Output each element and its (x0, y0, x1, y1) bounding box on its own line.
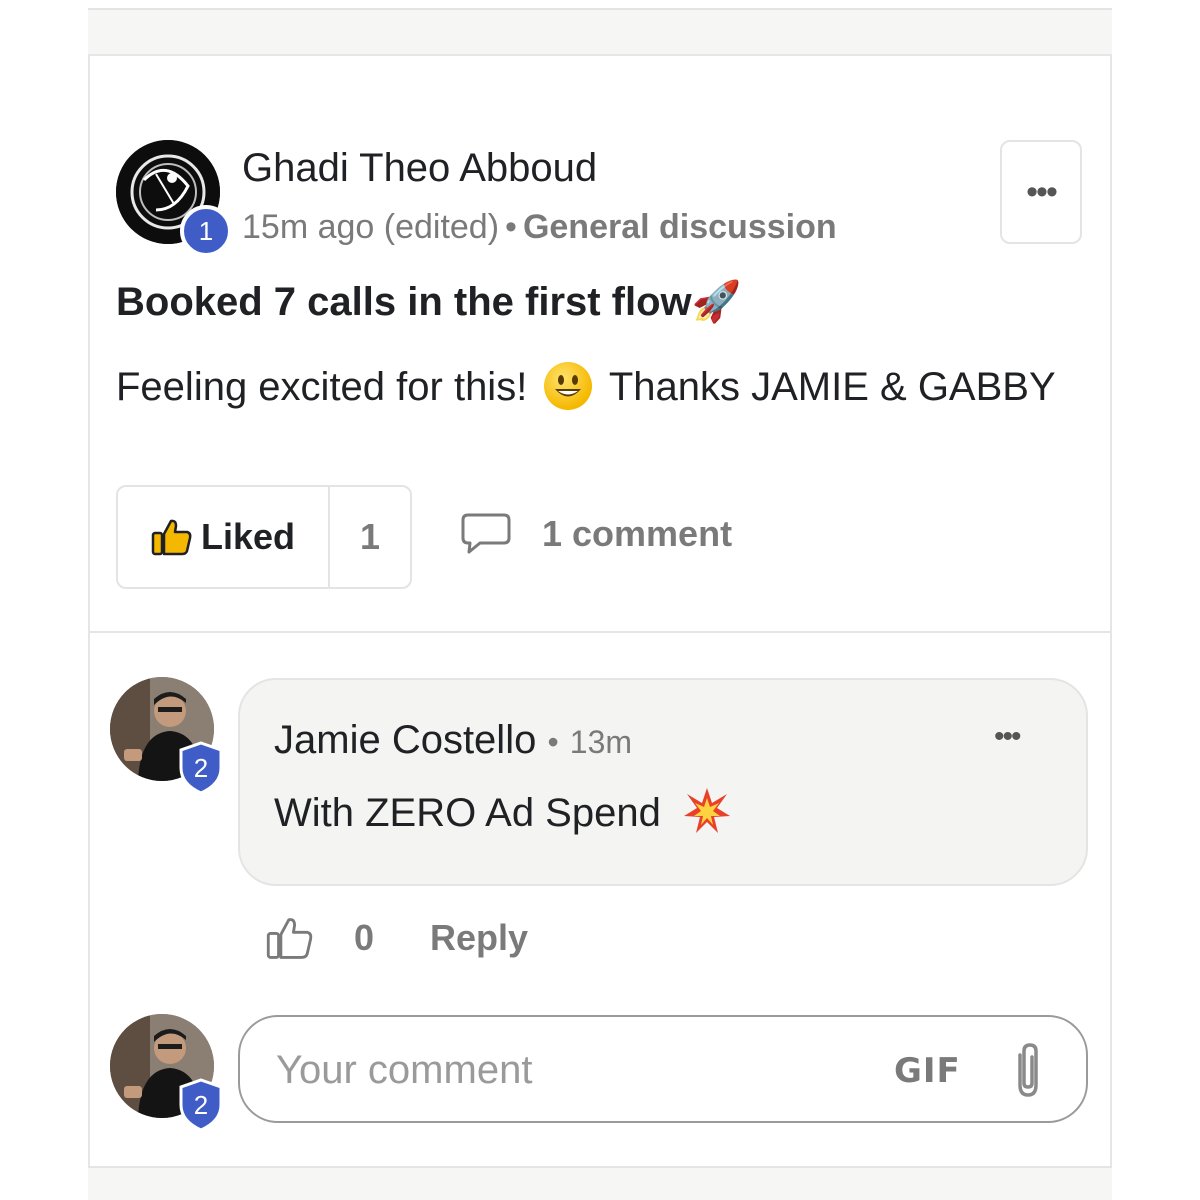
comment-bubble-icon (461, 513, 511, 554)
comment-actions: 0 Reply (266, 915, 528, 961)
post-category-link[interactable]: General discussion (523, 208, 837, 246)
comment-composer: GIF (238, 1015, 1088, 1123)
like-label: Liked (200, 516, 296, 557)
comment-author-line: Jamie Costello • 13m (274, 718, 632, 763)
commenter-level-badge: 2 (176, 740, 226, 796)
post-body: Feeling excited for this! Thanks JAMIE &… (116, 362, 1056, 410)
like-count[interactable]: 1 (330, 487, 410, 587)
post-meta: 15m ago (edited) • General discussion (242, 208, 837, 247)
smiley-emoji-icon (544, 362, 593, 410)
comments-link[interactable]: 1 comment (460, 512, 732, 556)
post-body-text-end: Thanks JAMIE & GABBY (608, 365, 1056, 409)
current-user-level-badge: 2 (176, 1077, 226, 1133)
post-title: Booked 7 calls in the first flow🚀 (116, 278, 741, 325)
comment-more-button[interactable]: ••• (994, 720, 1021, 754)
post-time: 15m ago (edited) (242, 208, 500, 246)
post-author-name[interactable]: Ghadi Theo Abboud (242, 146, 597, 191)
commenter-level: 2 (193, 752, 209, 783)
rocket-emoji: 🚀 (691, 280, 742, 324)
collision-emoji-icon (683, 788, 730, 833)
more-icon: ••• (994, 720, 1021, 753)
reply-button[interactable]: Reply (430, 917, 528, 959)
current-user-level: 2 (193, 1089, 209, 1120)
comment-text-content: With ZERO Ad Spend (274, 791, 661, 835)
comment-text: With ZERO Ad Spend (274, 786, 732, 836)
like-group: Liked 1 (116, 485, 412, 589)
post-more-button[interactable]: ••• (1000, 140, 1082, 244)
post-title-text: Booked 7 calls in the first flow (116, 280, 692, 324)
comment-like-count[interactable]: 0 (354, 917, 374, 959)
author-level-badge: 1 (180, 205, 232, 257)
feed-top-spacer (88, 8, 1112, 54)
comment-separator: • (547, 724, 559, 760)
comment-count: 1 comment (542, 513, 733, 554)
comment-bubble (238, 678, 1088, 886)
paperclip-icon[interactable] (1010, 1041, 1046, 1101)
feed-bottom-spacer (88, 1166, 1112, 1200)
comments-divider (88, 631, 1112, 633)
post-body-text-start: Feeling excited for this! (116, 365, 528, 409)
comment-author-name[interactable]: Jamie Costello (274, 718, 536, 762)
thumbs-up-icon (151, 519, 192, 556)
gif-button[interactable]: GIF (894, 1051, 961, 1091)
comment-input[interactable] (274, 1037, 838, 1103)
thumbs-up-icon[interactable] (266, 915, 314, 961)
comment-time: 13m (569, 724, 633, 760)
meta-separator: • (505, 208, 517, 246)
like-button[interactable]: Liked (118, 487, 330, 587)
more-icon: ••• (1026, 172, 1058, 211)
